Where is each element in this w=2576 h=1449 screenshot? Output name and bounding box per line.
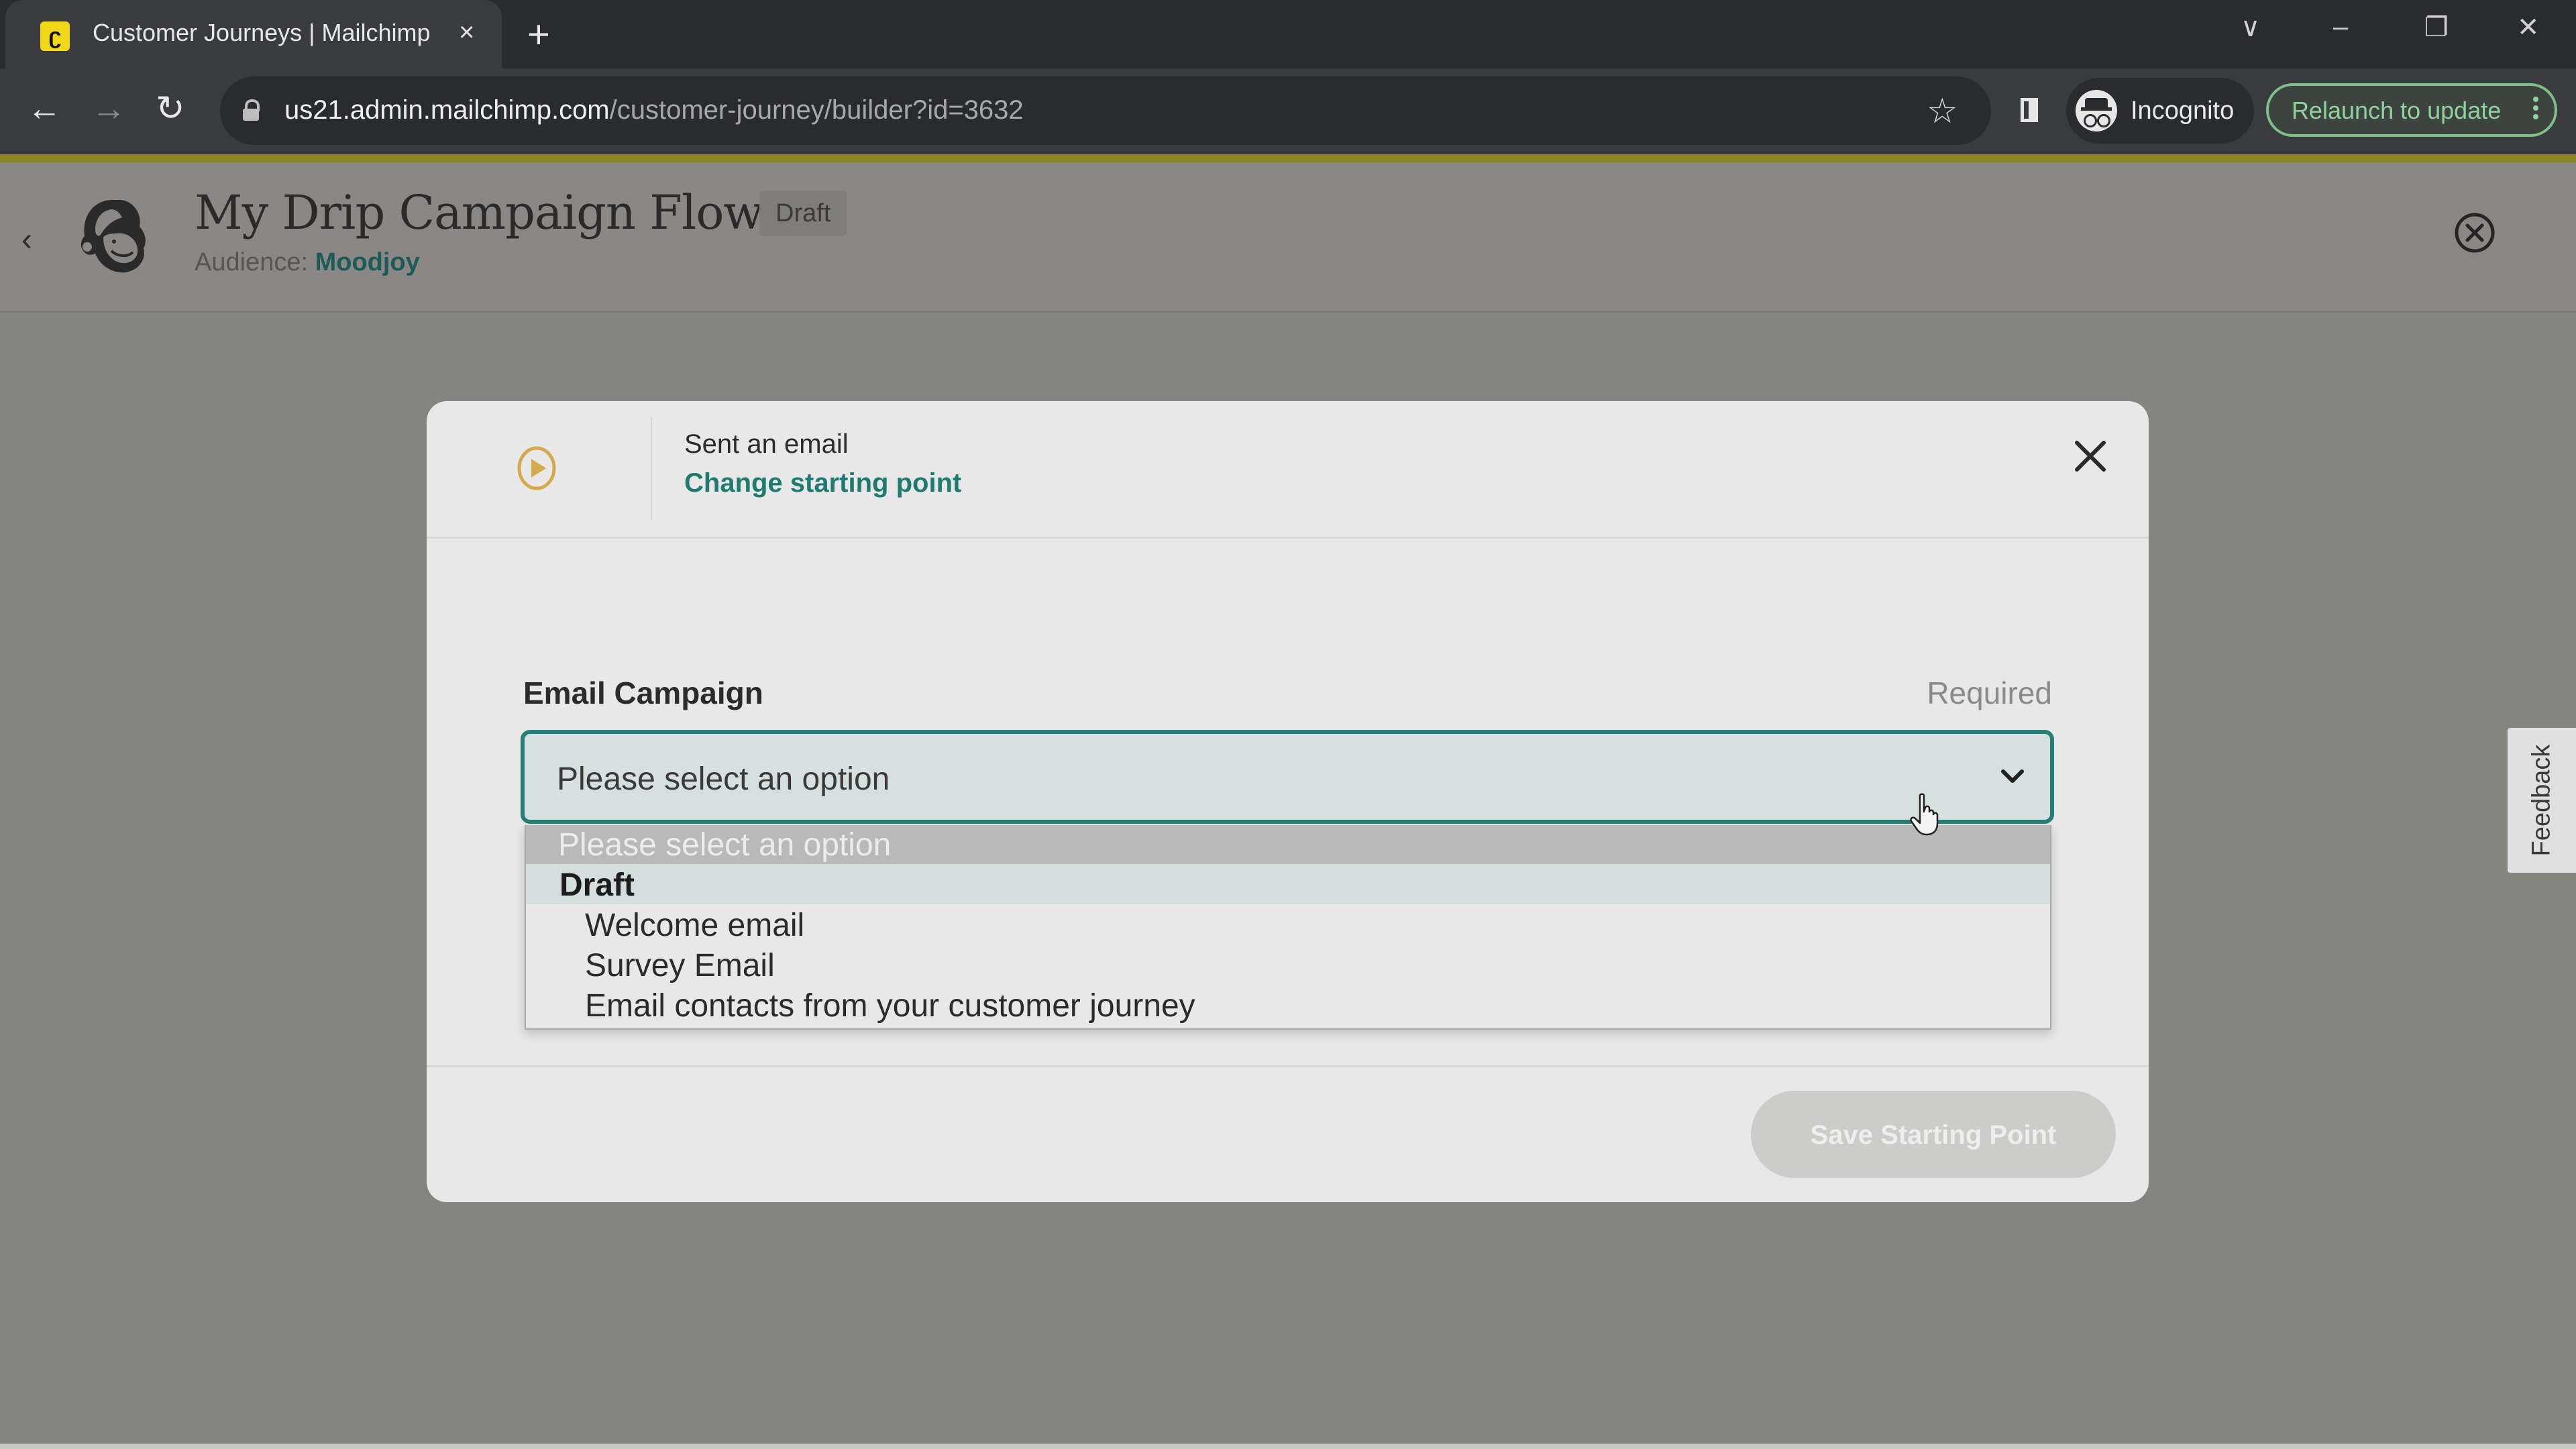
dropdown-optgroup-draft: Draft xyxy=(526,864,2050,904)
audience-label: Audience: xyxy=(195,248,309,276)
hand-pointer-cursor-icon xyxy=(1910,793,1939,836)
url-host: us21.admin.mailchimp.com xyxy=(284,95,610,125)
tab-close-icon[interactable]: × xyxy=(459,17,474,48)
chevron-down-icon xyxy=(2001,769,2024,783)
address-bar[interactable]: us21.admin.mailchimp.com/customer-journe… xyxy=(220,76,1991,145)
trigger-title: Sent an email xyxy=(684,429,849,459)
relaunch-label: Relaunch to update xyxy=(2292,97,2502,124)
tab-title: Customer Journeys | Mailchimp xyxy=(93,19,431,46)
dropdown-option-survey-email[interactable]: Survey Email xyxy=(526,945,2050,985)
starting-point-modal: Sent an email Change starting point Emai… xyxy=(427,401,2149,1202)
back-chevron-icon[interactable]: ‹ xyxy=(21,221,32,258)
email-campaign-dropdown-list: Please select an option Draft Welcome em… xyxy=(525,825,2051,1030)
bottom-edge xyxy=(0,1444,2576,1449)
relaunch-to-update-button[interactable]: Relaunch to update xyxy=(2266,83,2557,137)
forward-arrow-icon[interactable]: → xyxy=(91,89,126,129)
exit-builder-close-icon[interactable] xyxy=(2454,212,2496,254)
email-campaign-select[interactable]: Please select an option xyxy=(521,730,2054,824)
email-campaign-label: Email Campaign xyxy=(523,676,763,710)
audience-line: Audience: Moodjoy xyxy=(195,248,420,277)
lock-icon[interactable] xyxy=(243,99,260,121)
browser-toolbar: ← → ↻ us21.admin.mailchimp.com/customer-… xyxy=(0,68,2576,154)
required-indicator: Required xyxy=(1927,676,2052,710)
tab-search-icon[interactable]: ∨ xyxy=(2241,12,2260,43)
restore-icon[interactable]: ❐ xyxy=(2424,12,2449,43)
change-starting-point-link[interactable]: Change starting point xyxy=(684,468,961,498)
reload-icon[interactable]: ↻ xyxy=(156,89,185,129)
incognito-icon xyxy=(2076,90,2117,131)
window-close-icon[interactable]: ✕ xyxy=(2517,12,2540,43)
minimize-icon[interactable]: – xyxy=(2333,12,2348,42)
modal-header: Sent an email Change starting point xyxy=(427,401,2149,539)
footer-divider xyxy=(427,1065,2149,1067)
more-vert-icon[interactable] xyxy=(2533,94,2538,123)
dropdown-option-welcome-email[interactable]: Welcome email xyxy=(526,904,2050,945)
new-tab-button[interactable]: + xyxy=(527,12,550,57)
feedback-label: Feedback xyxy=(2527,744,2556,857)
header-divider xyxy=(651,417,652,521)
url-text[interactable]: us21.admin.mailchimp.com/customer-journe… xyxy=(284,95,1024,125)
back-arrow-icon[interactable]: ← xyxy=(27,89,62,129)
side-panel-icon[interactable] xyxy=(2021,98,2038,122)
incognito-label: Incognito xyxy=(2131,97,2235,125)
feedback-tab[interactable]: Feedback xyxy=(2508,728,2576,873)
browser-tab-active[interactable]: ʗ Customer Journeys | Mailchimp × xyxy=(5,0,502,68)
bookmark-star-icon[interactable]: ☆ xyxy=(1927,91,1958,131)
modal-close-icon[interactable] xyxy=(2070,436,2110,476)
incognito-profile-button[interactable]: Incognito xyxy=(2066,78,2254,144)
audience-name-link[interactable]: Moodjoy xyxy=(315,248,420,276)
journey-header: ‹ My Drip Campaign Flow Draft Audience: … xyxy=(0,162,2576,313)
journey-title: My Drip Campaign Flow xyxy=(195,185,763,240)
url-path: /customer-journey/builder?id=3632 xyxy=(609,95,1024,125)
dropdown-option-placeholder[interactable]: Please select an option xyxy=(526,825,2050,864)
dropdown-option-email-contacts[interactable]: Email contacts from your customer journe… xyxy=(526,985,2050,1025)
save-starting-point-button[interactable]: Save Starting Point xyxy=(1751,1091,2116,1178)
play-circle-icon xyxy=(517,446,556,490)
select-current-value: Please select an option xyxy=(557,761,890,797)
page-load-accent-line xyxy=(0,154,2576,162)
mailchimp-freddie-logo-icon[interactable] xyxy=(72,195,153,278)
browser-tab-strip: ʗ Customer Journeys | Mailchimp × + ∨ – … xyxy=(0,0,2576,68)
mailchimp-favicon-icon: ʗ xyxy=(40,21,70,51)
status-badge: Draft xyxy=(759,191,847,236)
